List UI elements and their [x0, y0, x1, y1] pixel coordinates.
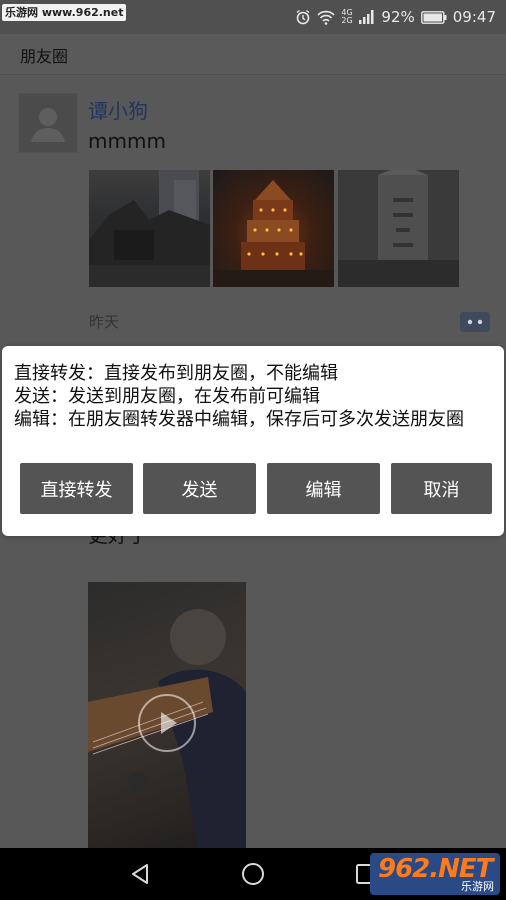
app-bar: 朋友圈 — [0, 34, 506, 75]
wifi-icon — [317, 10, 336, 25]
direct-forward-button[interactable]: 直接转发 — [20, 463, 133, 514]
avatar[interactable] — [18, 93, 78, 153]
signal-icon — [359, 10, 374, 24]
post-timestamp: 昨天 — [89, 313, 120, 331]
watermark-bottom: 962.NET 乐游网 — [370, 853, 500, 895]
dialog-line-send: 发送：发送到朋友圈，在发布前可编辑 — [14, 386, 320, 407]
page-title: 朋友圈 — [20, 47, 69, 66]
dialog-line-edit: 编辑：在朋友圈转发器中编辑，保存后可多次发送朋友圈 — [14, 409, 464, 430]
dialog-line-direct-forward: 直接转发：直接发布到朋友圈，不能编辑 — [14, 363, 338, 384]
system-nav-bar: 962.NET 乐游网 — [0, 848, 506, 900]
post-image-3[interactable] — [338, 170, 459, 287]
comment-button[interactable] — [460, 312, 490, 332]
post-text: mmmm — [88, 129, 166, 153]
clock-time: 09:47 — [452, 8, 496, 26]
play-icon — [161, 712, 177, 734]
edit-button[interactable]: 编辑 — [267, 463, 380, 514]
post-image-2[interactable] — [213, 170, 334, 287]
post-author-name[interactable]: 谭小狗 — [88, 95, 148, 124]
battery-icon — [420, 10, 447, 24]
default-avatar-icon — [31, 108, 65, 142]
comment-icon — [460, 312, 490, 332]
post-image-1[interactable] — [89, 170, 210, 287]
dialog-description: 直接转发：直接发布到朋友圈，不能编辑 发送：发送到朋友圈，在发布前可编辑 编辑：… — [14, 362, 494, 431]
home-icon[interactable] — [241, 862, 265, 886]
alarm-icon — [296, 9, 310, 25]
status-icons: 4G 2G 92% 09:47 — [295, 6, 496, 28]
forward-options-dialog: 直接转发：直接发布到朋友圈，不能编辑 发送：发送到朋友圈，在发布前可编辑 编辑：… — [2, 346, 504, 536]
status-bar: 乐游网 www.962.net 4G 2G 92% 09:47 — [0, 0, 506, 34]
cancel-button[interactable]: 取消 — [391, 463, 492, 514]
back-icon[interactable] — [128, 862, 152, 886]
post-video[interactable] — [88, 582, 246, 848]
battery-percent: 92% — [381, 8, 415, 26]
watermark-name: 乐游网 — [461, 880, 494, 893]
play-button[interactable] — [138, 694, 196, 752]
network-type-label: 4G 2G — [341, 8, 353, 25]
send-button[interactable]: 发送 — [143, 463, 256, 514]
watermark-top: 乐游网 www.962.net — [2, 4, 127, 21]
